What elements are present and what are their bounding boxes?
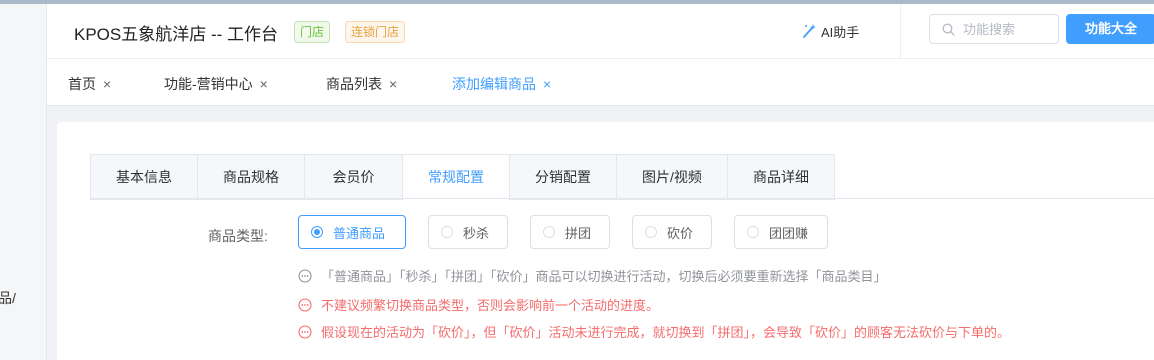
tab-label: 功能-营销中心 xyxy=(164,76,253,92)
note-text: 「普通商品」「秒杀」「拼团」「砍价」商品可以切换进行活动，切换后必须要重新选择「… xyxy=(321,269,887,284)
ellipsis-circle-icon xyxy=(298,297,312,312)
radio-normal-product[interactable]: 普通商品 xyxy=(298,215,406,249)
tab-product-list[interactable]: 商品列表 × xyxy=(326,74,397,94)
subtab-images-video[interactable]: 图片/视频 xyxy=(617,155,728,199)
main-content: 基本信息 商品规格 会员价 常规配置 分销配置 图片/视频 商品详细 商品类型:… xyxy=(57,122,1154,360)
close-icon[interactable]: × xyxy=(260,76,268,92)
radio-group-buy[interactable]: 拼团 xyxy=(530,215,610,249)
radio-dot xyxy=(645,226,657,238)
header-divider xyxy=(900,4,901,58)
subtab-general-config[interactable]: 常规配置 xyxy=(403,155,510,200)
tab-add-edit-product[interactable]: 添加编辑商品 × xyxy=(452,74,551,94)
radio-dot xyxy=(441,226,453,238)
radio-dot xyxy=(543,226,555,238)
sidebar-fragment-text[interactable]: 品/ xyxy=(0,288,16,308)
tab-marketing-center[interactable]: 功能-营销中心 × xyxy=(164,74,268,94)
close-icon[interactable]: × xyxy=(543,76,551,92)
note-text: 假设现在的活动为「砍价」，但「砍价」活动未进行完成，就切换到「拼团」，会导致「砍… xyxy=(321,325,1011,340)
radio-group-earn[interactable]: 团团赚 xyxy=(734,215,828,249)
radio-flash-sale[interactable]: 秒杀 xyxy=(428,215,508,249)
tab-label: 添加编辑商品 xyxy=(452,76,536,92)
radio-label: 秒杀 xyxy=(463,225,490,241)
radio-dot xyxy=(311,226,323,238)
radio-label: 拼团 xyxy=(565,225,592,241)
chain-store-tag: 连锁门店 xyxy=(345,21,406,43)
tab-home[interactable]: 首页 × xyxy=(68,74,111,94)
function-search[interactable] xyxy=(929,14,1059,44)
magic-wand-icon xyxy=(801,23,821,39)
subtab-basic-info[interactable]: 基本信息 xyxy=(91,155,198,199)
note-warning-frequent: 不建议频繁切换商品类型，否则会影响前一个活动的进度。 xyxy=(298,295,659,314)
subtab-member-price[interactable]: 会员价 xyxy=(305,155,403,199)
note-text: 不建议频繁切换商品类型，否则会影响前一个活动的进度。 xyxy=(321,298,660,313)
page-tabs-bar: 首页 × 功能-营销中心 × 商品列表 × 添加编辑商品 × xyxy=(47,59,1154,106)
store-tag: 门店 xyxy=(294,21,331,43)
tab-label: 商品列表 xyxy=(326,76,382,92)
note-warning-example: 假设现在的活动为「砍价」，但「砍价」活动未进行完成，就切换到「拼团」，会导致「砍… xyxy=(298,322,1010,341)
close-icon[interactable]: × xyxy=(103,76,111,92)
header: KPOS五象航洋店 -- 工作台 门店 连锁门店 AI助手 功能大全 xyxy=(47,4,1154,59)
search-icon xyxy=(942,23,955,36)
tab-label: 首页 xyxy=(68,76,96,92)
ellipsis-circle-icon xyxy=(298,324,312,339)
note-switch-info: 「普通商品」「秒杀」「拼团」「砍价」商品可以切换进行活动，切换后必须要重新选择「… xyxy=(298,266,887,285)
ellipsis-circle-icon xyxy=(298,268,312,283)
subtab-product-details[interactable]: 商品详细 xyxy=(728,155,834,199)
radio-bargain[interactable]: 砍价 xyxy=(632,215,712,249)
radio-label: 团团赚 xyxy=(769,225,809,241)
product-type-label: 商品类型: xyxy=(208,228,268,244)
subtab-specifications[interactable]: 商品规格 xyxy=(198,155,305,199)
radio-label: 普通商品 xyxy=(333,225,386,241)
store-title: KPOS五象航洋店 -- 工作台 xyxy=(74,25,279,44)
search-input[interactable] xyxy=(961,20,1053,38)
sub-tabs-divider xyxy=(90,198,1154,199)
left-sidebar: 品/ xyxy=(0,4,47,360)
ai-assistant-button[interactable]: AI助手 xyxy=(801,20,859,42)
subtab-distribution-config[interactable]: 分销配置 xyxy=(510,155,617,199)
all-functions-button[interactable]: 功能大全 xyxy=(1066,14,1154,44)
radio-label: 砍价 xyxy=(667,225,694,241)
radio-dot xyxy=(747,226,759,238)
close-icon[interactable]: × xyxy=(389,76,397,92)
ai-assistant-label: AI助手 xyxy=(821,24,860,40)
sub-tabs: 基本信息 商品规格 会员价 常规配置 分销配置 图片/视频 商品详细 xyxy=(90,154,835,200)
